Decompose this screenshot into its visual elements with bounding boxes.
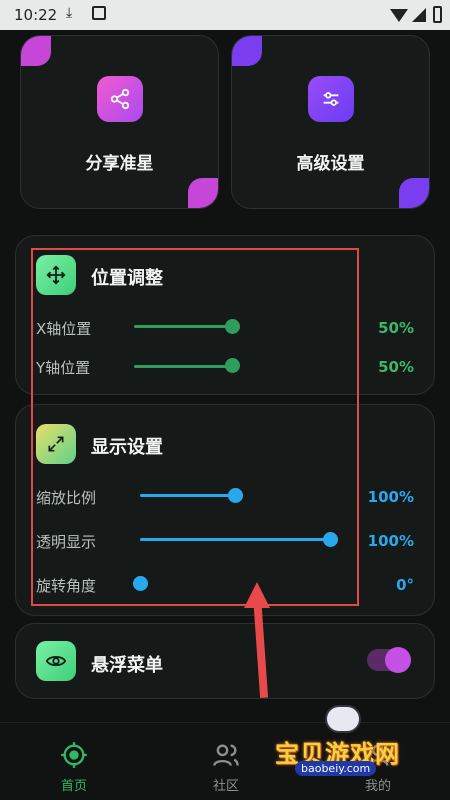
- nav-home-label: 首页: [60, 779, 87, 794]
- toggle-thumb[interactable]: [385, 647, 411, 673]
- floating-menu-toggle[interactable]: [367, 647, 411, 673]
- status-time: 10:22: [14, 6, 58, 24]
- highlight-box: [31, 248, 359, 606]
- eye-icon: [36, 641, 76, 681]
- card-corner-decoration: [232, 36, 262, 66]
- rotation-value: 0°: [396, 576, 414, 594]
- nav-home[interactable]: 首页: [44, 741, 104, 794]
- opacity-value: 100%: [367, 532, 414, 550]
- notification-icon: [92, 6, 106, 20]
- floating-menu-label: 悬浮菜单: [91, 655, 163, 676]
- wifi-icon: [390, 9, 408, 22]
- card-corner-decoration: [188, 178, 218, 208]
- signal-icon: [412, 8, 426, 22]
- crosshair-icon: [44, 741, 104, 769]
- advanced-card-label: 高级设置: [296, 154, 365, 174]
- share-icon: [97, 76, 143, 122]
- battery-icon: [433, 6, 442, 23]
- advanced-settings-card[interactable]: 高级设置: [231, 35, 430, 209]
- share-card-label: 分享准星: [85, 154, 154, 174]
- scale-value: 100%: [367, 488, 414, 506]
- y-position-value: 50%: [378, 358, 414, 376]
- annotation-arrow-head: [244, 582, 270, 608]
- status-bar: 10:22 ⤓: [0, 0, 450, 30]
- nav-community[interactable]: 社区: [196, 741, 256, 794]
- gamepad-logo-icon: [325, 705, 361, 733]
- users-icon: [196, 741, 256, 769]
- card-corner-decoration: [399, 178, 429, 208]
- share-crosshair-card[interactable]: 分享准星: [20, 35, 219, 209]
- sliders-icon: [308, 76, 354, 122]
- watermark-url: baobeiy.com: [295, 761, 377, 776]
- download-icon: ⤓: [66, 5, 73, 21]
- x-position-value: 50%: [378, 319, 414, 337]
- card-corner-decoration: [21, 36, 51, 66]
- watermark: 宝贝游戏网 baobeiy.com: [275, 700, 425, 780]
- nav-community-label: 社区: [212, 779, 239, 794]
